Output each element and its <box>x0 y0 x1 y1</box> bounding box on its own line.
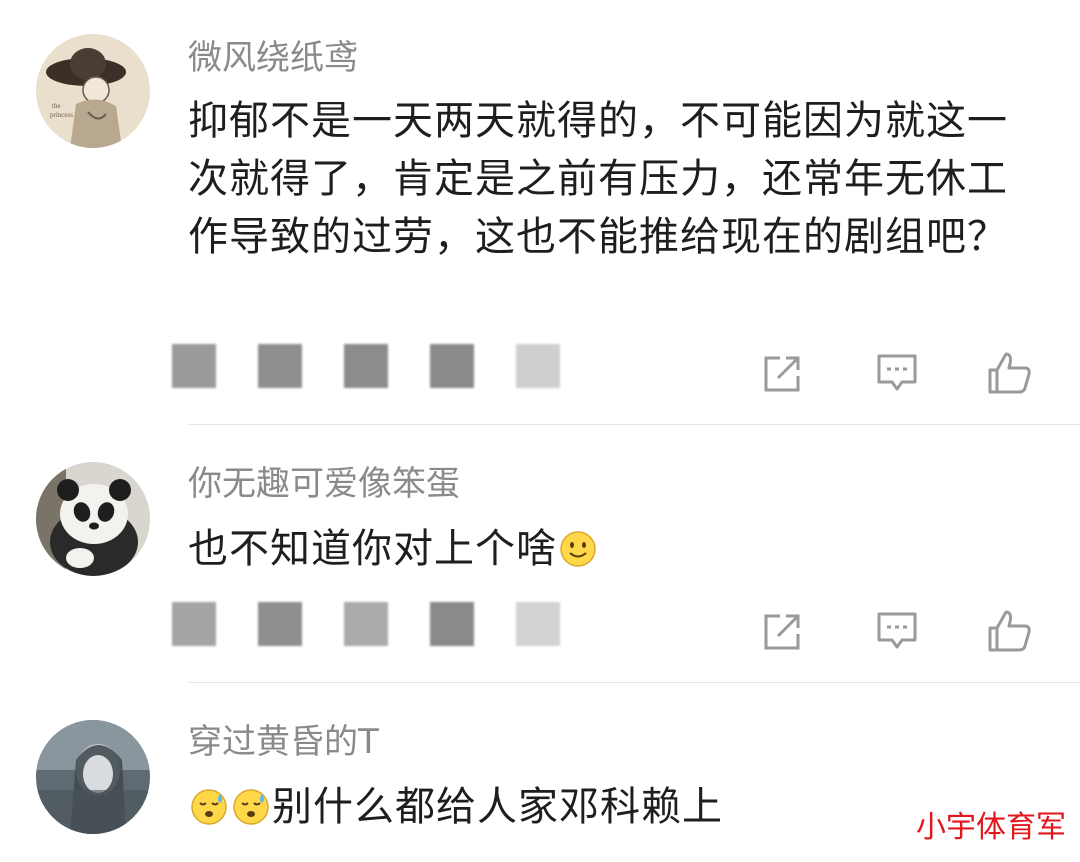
user-avatar[interactable] <box>36 720 150 834</box>
blurred-block <box>258 602 302 646</box>
user-avatar[interactable]: the princess <box>36 34 150 148</box>
reply-icon[interactable] <box>874 608 920 654</box>
comment-text: 抑郁不是一天两天就得的，不可能因为就这一次就得了，肯定是之前有压力，还常年无休工… <box>188 98 1008 260</box>
comment-text: 也不知道你对上个啥 <box>188 526 557 572</box>
panda-avatar-icon <box>36 462 150 576</box>
comment-text: 别什么都给人家邓科赖上 <box>272 784 723 830</box>
smile-emoji-icon <box>560 531 596 567</box>
share-icon[interactable] <box>760 608 806 654</box>
sweat-emoji-icon <box>233 789 269 825</box>
comment-divider <box>188 424 1080 425</box>
blurred-block <box>172 344 216 388</box>
blurred-block <box>516 602 560 646</box>
blurred-block <box>344 344 388 388</box>
comment-actions <box>760 608 1040 652</box>
blurred-block <box>344 602 388 646</box>
username[interactable]: 穿过黄昏的T <box>188 720 379 764</box>
like-icon[interactable] <box>986 350 1032 396</box>
comment-text-row: 也不知道你对上个啥 <box>188 520 1048 578</box>
sweat-emoji-icon <box>191 789 227 825</box>
username[interactable]: 微风绕纸鸢 <box>188 36 358 80</box>
blurred-block <box>516 344 560 388</box>
username[interactable]: 你无趣可爱像笨蛋 <box>188 462 460 506</box>
misty-portrait-avatar-icon <box>36 720 150 834</box>
blurred-block <box>172 602 216 646</box>
watermark: 小宇体育军 <box>916 811 1066 844</box>
blurred-block <box>258 344 302 388</box>
share-icon[interactable] <box>760 350 806 396</box>
vintage-lady-hat-avatar-icon: the princess <box>36 34 150 148</box>
comment-divider <box>188 682 1080 683</box>
user-avatar[interactable] <box>36 462 150 576</box>
blurred-block <box>430 602 474 646</box>
blurred-block <box>430 344 474 388</box>
like-icon[interactable] <box>986 608 1032 654</box>
comment-actions <box>760 350 1040 394</box>
reply-icon[interactable] <box>874 350 920 396</box>
